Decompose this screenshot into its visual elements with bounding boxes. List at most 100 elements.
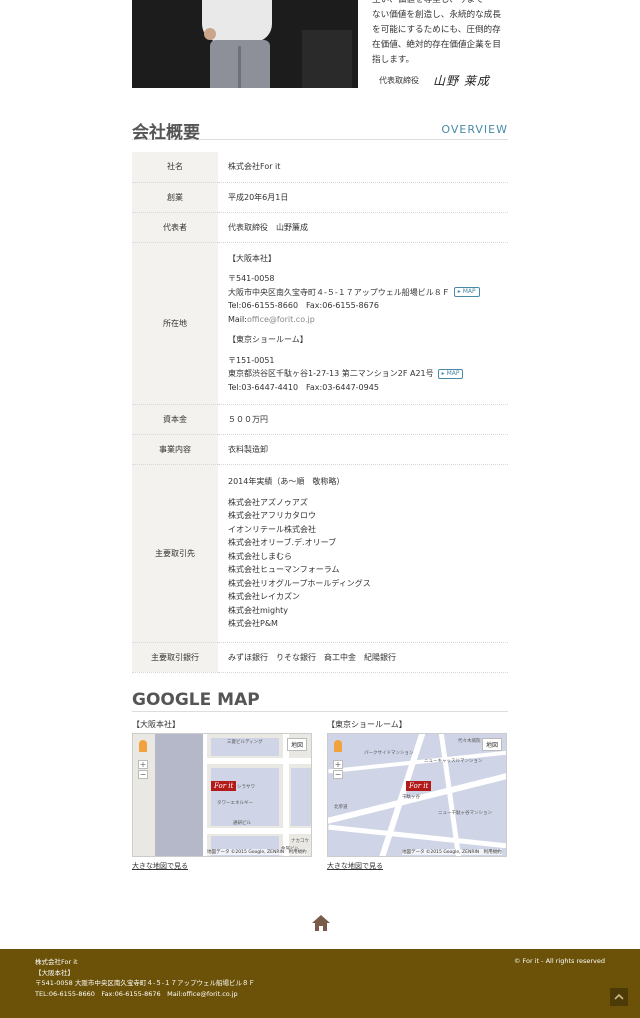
row-label: 創業	[132, 182, 218, 213]
mail-label: Mail:	[228, 314, 247, 324]
map-place-label: シラサワ	[237, 785, 255, 790]
map-place-label: 北参道	[334, 805, 348, 810]
client-item: 株式会社レイカズン	[228, 592, 300, 602]
osaka-address: 大阪市中央区南久宝寺町４-５-１７アップウェル船場ビル８Ｆ	[228, 287, 450, 297]
overview-heading: 会社概要 OVERVIEW	[132, 118, 508, 143]
client-item: 株式会社オリーブ.デ.オリーブ	[228, 538, 337, 548]
ceo-signature: 代表取締役 山野 莱成	[379, 72, 509, 89]
signature-name: 山野 莱成	[433, 74, 490, 88]
osaka-mail-line: Mail:office@forit.co.jp	[228, 313, 508, 327]
row-value: みずほ銀行 りそな銀行 商工中金 紀陽銀行	[218, 642, 508, 673]
tokyo-larger-map-link[interactable]: 大きな地図で見る	[327, 861, 383, 871]
table-row: 社名 株式会社For it	[132, 152, 508, 183]
footer-office: 【大阪本社】	[35, 968, 74, 977]
street-view-pegman-icon[interactable]	[334, 740, 342, 752]
footer-address: 〒541-0058 大阪市中央区南久宝寺町４-５-１７アップウェル船場ビル８Ｆ	[35, 979, 256, 987]
home-icon[interactable]	[311, 913, 331, 933]
footer-contact: TEL:06-6155-8660 Fax:06-6155-8676 Mail:o…	[35, 989, 238, 998]
street-view-pegman-icon[interactable]	[139, 740, 147, 752]
row-label: 主要取引銀行	[132, 642, 218, 673]
address-cell: 【大阪本社】 〒541-0058 大阪市中央区南久宝寺町４-５-１７アップウェル…	[218, 242, 508, 405]
mail-link[interactable]: office@forit.co.jp	[247, 315, 315, 324]
site-footer: 株式会社For it 【大阪本社】 〒541-0058 大阪市中央区南久宝寺町４…	[0, 949, 640, 1018]
osaka-larger-map-link[interactable]: 大きな地図で見る	[132, 861, 188, 871]
map-place-label: タワーエネルギー	[217, 801, 253, 806]
zoom-in-icon[interactable]: +	[333, 760, 343, 769]
ceo-message-line: 生い、価値を尊重し、今まで	[372, 0, 484, 5]
row-value: ５００万円	[218, 404, 508, 435]
signature-role: 代表取締役	[379, 76, 419, 85]
map-place-label: ナカコウ	[291, 839, 309, 844]
clients-cell: 2014年実績（あ～順 敬称略） 株式会社アズノゥアズ 株式会社アフリカタロウ …	[218, 464, 508, 643]
map-place-label: パークサイドマンション	[364, 751, 414, 756]
footer-company-name: 株式会社For it	[35, 958, 78, 966]
ceo-photo	[132, 0, 358, 88]
ceo-message-line: を可能にするためにも、圧倒的存	[372, 25, 501, 35]
map-attribution: 地図データ ©2015 Google, ZENRIN 利用規約	[207, 849, 307, 855]
ceo-message-section: 生い、価値を尊重し、今まで ない価値を創造し、永続的な成長 を可能にするためにも…	[132, 0, 508, 95]
zoom-out-icon[interactable]: −	[333, 770, 343, 779]
map-type-button[interactable]: 地図	[481, 738, 502, 751]
google-map-title: GOOGLE MAP	[132, 690, 260, 710]
tokyo-map-button[interactable]: ▸ MAP	[437, 368, 464, 379]
row-label: 主要取引先	[132, 464, 218, 643]
row-value: 衣料製造卸	[218, 434, 508, 465]
page-top-button[interactable]	[610, 988, 628, 1006]
table-row: 事業内容 衣料製造卸	[132, 434, 508, 465]
map-attribution: 地図データ ©2015 Google, ZENRIN 利用規約	[402, 849, 502, 855]
footer-copyright: © For it - All rights reserved	[513, 957, 605, 965]
map-place-label: 代々木病院	[458, 739, 481, 744]
google-map-heading: GOOGLE MAP	[132, 690, 508, 712]
ceo-message-line: 在価値、絶対的存在価値企業を目	[372, 40, 501, 50]
chevron-up-icon	[614, 993, 624, 1000]
client-item: 株式会社mighty	[228, 605, 289, 615]
ceo-message: 生い、価値を尊重し、今まで ない価値を創造し、永続的な成長 を可能にするためにも…	[372, 0, 508, 68]
table-row: 所在地 【大阪本社】 〒541-0058 大阪市中央区南久宝寺町４-５-１７アッ…	[132, 242, 508, 405]
map-marker[interactable]: For it	[406, 781, 432, 791]
map-place-label: 千駄ヶ谷	[402, 795, 420, 800]
osaka-map-button[interactable]: ▸ MAP	[453, 287, 480, 298]
table-row: 主要取引先 2014年実績（あ～順 敬称略） 株式会社アズノゥアズ 株式会社アフ…	[132, 464, 508, 643]
osaka-heading: 【大阪本社】	[228, 253, 276, 263]
tokyo-google-map[interactable]: 代々木病院 ニューキャッスルマンション パークサイドマンション 千駄ヶ谷 ニュー…	[327, 733, 507, 857]
row-value: 平成20年6月1日	[218, 182, 508, 213]
map-type-button[interactable]: 地図	[286, 738, 307, 751]
row-label: 資本金	[132, 404, 218, 435]
client-item: 株式会社P&M	[228, 619, 278, 629]
client-item: 株式会社アズノゥアズ	[228, 497, 308, 507]
client-item: イオンリテール株式会社	[228, 524, 316, 534]
company-overview-table: 社名 株式会社For it 創業 平成20年6月1日 代表者 代表取締役 山野簾…	[132, 152, 508, 673]
row-value: 株式会社For it	[218, 152, 508, 183]
client-item: 株式会社しまむら	[228, 551, 292, 561]
osaka-google-map[interactable]: 三菱ビルディング シラサワ タワーエネルギー 通研ビル ナカコウ 金属ビル Fo…	[132, 733, 312, 857]
client-item: 株式会社ヒューマンフォーラム	[228, 565, 340, 575]
tokyo-zip: 〒151-0051	[228, 355, 275, 365]
tokyo-map-label: 【東京ショールーム】	[327, 720, 407, 729]
ceo-message-line: 指します。	[372, 55, 415, 65]
osaka-tel-fax: Tel:06-6155-8660 Fax:06-6155-8676	[228, 301, 379, 311]
tokyo-tel-fax: Tel:03-6447-4410 Fax:03-6447-0945	[228, 382, 379, 392]
tokyo-address-line: 東京都渋谷区千駄ヶ谷1-27-13 第二マンション2F A21号 ▸ MAP	[228, 367, 508, 381]
map-place-label: ニュー千駄ヶ谷マンション	[438, 811, 492, 816]
osaka-address-line: 大阪市中央区南久宝寺町４-５-１７アップウェル船場ビル８Ｆ ▸ MAP	[228, 286, 508, 300]
zoom-in-icon[interactable]: +	[138, 760, 148, 769]
zoom-out-icon[interactable]: −	[138, 770, 148, 779]
map-marker[interactable]: For it	[211, 781, 237, 791]
clients-note: 2014年実績（あ～順 敬称略）	[228, 477, 345, 487]
footer-company-info: 株式会社For it 【大阪本社】 〒541-0058 大阪市中央区南久宝寺町４…	[35, 957, 255, 999]
ceo-message-line: ない価値を創造し、永続的な成長	[372, 10, 501, 20]
table-row: 資本金 ５００万円	[132, 404, 508, 435]
client-item: 株式会社リオグループホールディングス	[228, 578, 371, 588]
table-row: 代表者 代表取締役 山野簾成	[132, 212, 508, 243]
table-row: 創業 平成20年6月1日	[132, 182, 508, 213]
table-row: 主要取引銀行 みずほ銀行 りそな銀行 商工中金 紀陽銀行	[132, 642, 508, 673]
tokyo-address: 東京都渋谷区千駄ヶ谷1-27-13 第二マンション2F A21号	[228, 369, 434, 379]
map-place-label: ニューキャッスルマンション	[424, 759, 483, 764]
overview-title: 会社概要	[132, 123, 200, 143]
row-label: 代表者	[132, 212, 218, 243]
osaka-zip: 〒541-0058	[228, 274, 275, 284]
client-item: 株式会社アフリカタロウ	[228, 511, 316, 521]
row-label: 社名	[132, 152, 218, 183]
row-label: 所在地	[132, 242, 218, 405]
map-place-label: 三菱ビルディング	[227, 740, 263, 745]
